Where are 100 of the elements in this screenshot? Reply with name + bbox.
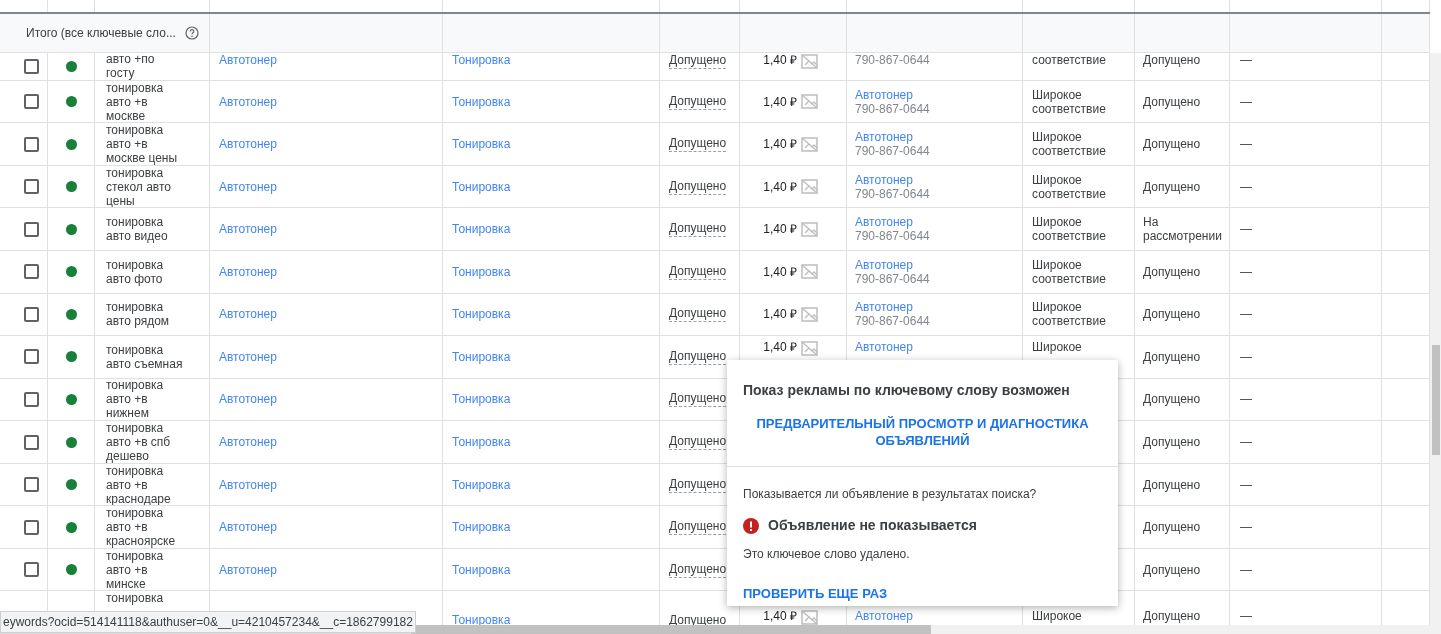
ad-group-link[interactable]: Автотонер <box>219 222 277 237</box>
match-type-text: Широкое <box>1032 609 1083 624</box>
campaign-link[interactable]: Тонировка <box>452 349 511 364</box>
status-text[interactable]: Допущено <box>669 93 727 110</box>
status-text[interactable]: Допущено <box>669 306 727 323</box>
ad-title-link[interactable]: Автотонер <box>855 340 913 355</box>
keyword-text: тонировка авто съемная <box>106 342 184 371</box>
row-checkbox[interactable] <box>24 221 39 237</box>
dash-text: — <box>1240 609 1252 624</box>
campaign-link[interactable]: Тонировка <box>452 392 511 407</box>
status-text[interactable]: Допущено <box>669 561 727 578</box>
campaign-link[interactable]: Тонировка <box>452 520 511 535</box>
row-checkbox[interactable] <box>24 94 39 109</box>
row-checkbox[interactable] <box>24 519 39 535</box>
match-type-text: Широкое соответствие <box>1032 215 1107 244</box>
no-image-icon <box>801 340 818 358</box>
campaign-link[interactable]: Тонировка <box>452 307 511 322</box>
dash-text: — <box>1240 477 1252 492</box>
row-checkbox[interactable] <box>24 562 39 578</box>
policy-status-text: Допущено <box>1143 53 1202 67</box>
policy-status-text: Допущено <box>1143 435 1202 449</box>
policy-status-text: Допущено <box>1143 179 1202 194</box>
no-image-icon <box>801 135 818 153</box>
policy-status-text: Допущено <box>1143 562 1202 577</box>
ad-group-link[interactable]: Автотонер <box>219 477 277 492</box>
scrollbar-thumb[interactable] <box>411 625 931 634</box>
ad-title-link[interactable]: Автотонер <box>855 609 913 624</box>
ad-title-link[interactable]: Автотонер <box>855 257 930 272</box>
campaign-link[interactable]: Тонировка <box>452 222 511 237</box>
ad-group-link[interactable]: Автотонер <box>219 179 277 194</box>
row-checkbox[interactable] <box>24 179 39 195</box>
total-label: Итого (все ключевые сло... <box>26 25 176 42</box>
dash-text: — <box>1240 94 1252 109</box>
row-checkbox[interactable] <box>24 264 39 280</box>
policy-status-text: Допущено <box>1143 137 1202 152</box>
bid-text: 1,40 ₽ <box>763 222 797 237</box>
status-text[interactable]: Допущено <box>669 476 727 493</box>
row-checkbox[interactable] <box>24 58 39 74</box>
ad-group-link[interactable]: Автотонер <box>219 307 277 322</box>
campaign-link[interactable]: Тонировка <box>452 613 511 628</box>
ad-group-link[interactable]: Автотонер <box>219 349 277 364</box>
ad-title-link[interactable]: Автотонер <box>855 130 930 145</box>
dash-text: — <box>1240 562 1252 577</box>
campaign-link[interactable]: Тонировка <box>452 562 511 577</box>
ad-group-link[interactable]: Автотонер <box>219 520 277 535</box>
status-text[interactable]: Допущено <box>669 221 727 238</box>
ad-group-link[interactable]: Автотонер <box>219 94 277 109</box>
bid-text: 1,40 ₽ <box>763 53 797 67</box>
status-text[interactable]: Допущено <box>669 348 727 365</box>
campaign-link[interactable]: Тонировка <box>452 53 511 67</box>
row-checkbox[interactable] <box>24 434 39 450</box>
row-checkbox[interactable] <box>24 391 39 407</box>
keyword-text: тонировка авто видео <box>106 215 169 244</box>
recheck-link[interactable]: ПРОВЕРИТЬ ЕЩЕ РАЗ <box>743 584 888 604</box>
ad-title-link[interactable]: Автотонер <box>855 300 930 315</box>
scrollbar-thumb[interactable] <box>1432 345 1440 455</box>
keyword-text: тонировка стекол авто цены <box>106 165 172 208</box>
row-checkbox[interactable] <box>24 306 39 322</box>
status-text[interactable]: Допущено <box>669 263 727 280</box>
ad-group-link[interactable]: Автотонер <box>219 53 277 67</box>
row-checkbox[interactable] <box>24 349 39 365</box>
dash-text: — <box>1240 264 1252 279</box>
status-text[interactable]: Допущено <box>669 178 727 195</box>
ad-title-link[interactable]: Автотонер <box>855 172 930 187</box>
error-icon <box>743 517 759 534</box>
policy-status-text: Допущено <box>1143 349 1202 364</box>
dash-text: — <box>1240 137 1252 152</box>
no-image-icon <box>801 220 818 238</box>
ad-title-link[interactable]: Автотонер <box>855 215 930 230</box>
no-image-icon <box>801 609 818 627</box>
status-text[interactable]: Допущено <box>669 136 727 153</box>
campaign-link[interactable]: Тонировка <box>452 264 511 279</box>
status-text[interactable]: Допущено <box>669 391 727 408</box>
campaign-link[interactable]: Тонировка <box>452 179 511 194</box>
campaign-link[interactable]: Тонировка <box>452 137 511 152</box>
campaign-link[interactable]: Тонировка <box>452 477 511 492</box>
ad-group-link[interactable]: Автотонер <box>219 392 277 407</box>
no-image-icon <box>801 263 818 281</box>
campaign-link[interactable]: Тонировка <box>452 94 511 109</box>
match-type-text: Широкое соответствие <box>1032 300 1107 329</box>
row-checkbox[interactable] <box>24 136 39 152</box>
help-icon[interactable] <box>184 26 199 40</box>
ad-preview-link[interactable]: ПРЕДВАРИТЕЛЬНЫЙ ПРОСМОТР И ДИАГНОСТИКА ОБЪЯВЛЕНИЙ <box>743 415 1102 449</box>
ad-phone-text: 790-867-0644 <box>855 271 930 286</box>
match-type-text: Широкое соответствие <box>1032 257 1107 286</box>
status-text[interactable]: Допущено <box>669 53 727 69</box>
ad-phone-text: 790-867-0644 <box>855 186 930 201</box>
policy-status-text: Допущено <box>1143 307 1202 322</box>
ad-title-link[interactable]: Автотонер <box>855 87 930 102</box>
policy-status-text: Допущено <box>1143 264 1202 279</box>
ad-group-link[interactable]: Автотонер <box>219 264 277 279</box>
ad-phone-text: 790-867-0644 <box>855 229 930 244</box>
ad-group-link[interactable]: Автотонер <box>219 137 277 152</box>
ad-group-link[interactable]: Автотонер <box>219 562 277 577</box>
campaign-link[interactable]: Тонировка <box>452 435 511 449</box>
row-checkbox[interactable] <box>24 477 39 493</box>
status-text[interactable]: Допущено <box>669 434 727 450</box>
status-text[interactable]: Допущено <box>669 519 727 536</box>
ad-group-link[interactable]: Автотонер <box>219 435 277 449</box>
bid-text: 1,40 ₽ <box>763 307 797 322</box>
